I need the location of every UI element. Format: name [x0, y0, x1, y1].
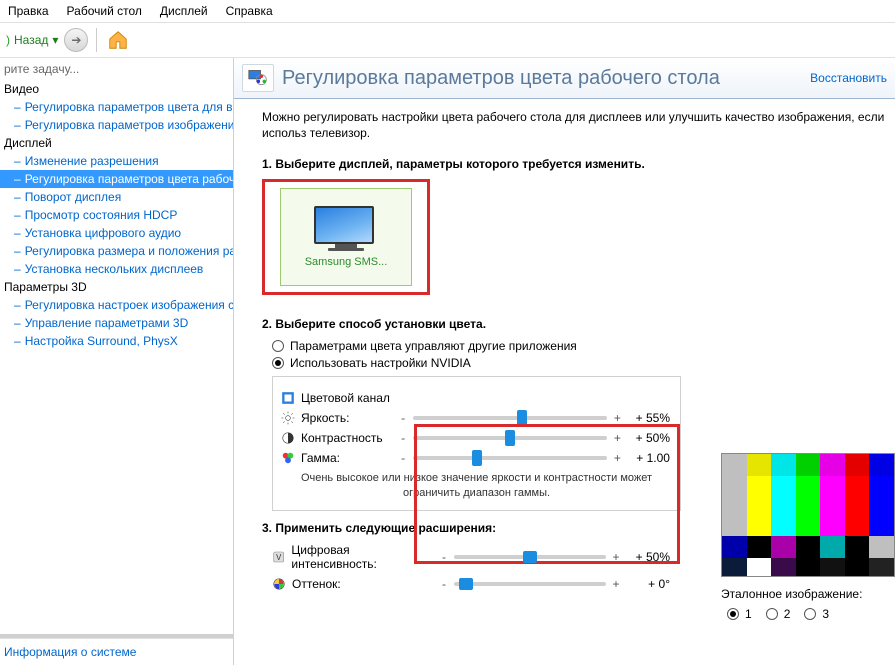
sidebar-system-info[interactable]: Информация о системе [0, 638, 233, 665]
content: Регулировка параметров цвета рабочего ст… [234, 58, 895, 665]
contrast-label: Контрастность [301, 431, 383, 445]
chevron-down-icon: ▾ [52, 33, 58, 47]
minus-icon: - [399, 411, 407, 425]
tree-item-3d-manage[interactable]: –Управление параметрами 3D [0, 314, 233, 332]
menu-desktop[interactable]: Рабочий стол [67, 4, 142, 18]
step2-label: 2. Выберите способ установки цвета. [262, 317, 887, 331]
tree-item-surround-physx[interactable]: –Настройка Surround, PhysX [0, 332, 233, 350]
page-title-bar: Регулировка параметров цвета рабочего ст… [234, 58, 895, 99]
toolbar-separator [96, 28, 97, 52]
tree-item-video-image[interactable]: –Регулировка параметров изображения д [0, 116, 233, 134]
color-bars-preview [721, 453, 895, 577]
tree-item-resolution[interactable]: –Изменение разрешения [0, 152, 233, 170]
svg-text:V: V [276, 553, 282, 562]
plus-icon: + [612, 577, 620, 591]
gamma-label: Гамма: [301, 451, 340, 465]
radio-icon [727, 608, 739, 620]
page-title: Регулировка параметров цвета рабочего ст… [282, 67, 720, 90]
gamma-icon [281, 451, 295, 465]
radio-nvidia[interactable]: Использовать настройки NVIDIA [272, 356, 887, 370]
tree-item-desktop-color[interactable]: –Регулировка параметров цвета рабочег [0, 170, 233, 188]
radio-icon [272, 357, 284, 369]
preview-pane: Эталонное изображение: 1 2 3 [721, 453, 895, 621]
restore-defaults-link[interactable]: Восстановить [810, 71, 887, 85]
display-selection-highlight: Samsung SMS... [262, 179, 430, 295]
monitor-icon [314, 206, 378, 252]
channel-icon [281, 391, 295, 405]
intensity-icon: V [272, 550, 285, 564]
tree-item-video-color[interactable]: –Регулировка параметров цвета для вид [0, 98, 233, 116]
radio-icon [804, 608, 816, 620]
radio-icon [272, 340, 284, 352]
tree-item-rotate[interactable]: –Поворот дисплея [0, 188, 233, 206]
tree-group-display: Дисплей [0, 134, 233, 152]
tree-item-multiple-displays[interactable]: –Установка нескольких дисплеев [0, 260, 233, 278]
brightness-icon [281, 411, 295, 425]
reference-image-label: Эталонное изображение: [721, 587, 895, 601]
ref-radio-3[interactable]: 3 [804, 607, 829, 621]
menu-help[interactable]: Справка [226, 4, 273, 18]
tree-item-hdcp[interactable]: –Просмотр состояния HDCP [0, 206, 233, 224]
display-tile-name: Samsung SMS... [305, 256, 388, 268]
hue-value: + 0° [628, 577, 672, 591]
nav-tree: Видео –Регулировка параметров цвета для … [0, 78, 233, 634]
step1-label: 1. Выберите дисплей, параметры которого … [262, 157, 887, 171]
ref-radio-1[interactable]: 1 [727, 607, 752, 621]
toolbar: ) Назад ▾ ➔ [0, 23, 895, 58]
menu-edit[interactable]: Правка [8, 4, 49, 18]
task-select-label[interactable]: рите задачу... [0, 58, 233, 78]
minus-icon: - [399, 431, 407, 445]
menubar: Правка Рабочий стол Дисплей Справка [0, 0, 895, 23]
tree-item-3d-image-settings[interactable]: –Регулировка настроек изображения с пр [0, 296, 233, 314]
radio-icon [766, 608, 778, 620]
tree-item-size-position[interactable]: –Регулировка размера и положения рабо [0, 242, 233, 260]
tree-group-3d: Параметры 3D [0, 278, 233, 296]
minus-icon: - [440, 577, 448, 591]
back-button[interactable]: ) Назад ▾ [6, 33, 58, 47]
home-icon [107, 29, 129, 51]
display-tile-samsung[interactable]: Samsung SMS... [280, 188, 412, 286]
radio-other-apps[interactable]: Параметрами цвета управляют другие прило… [272, 339, 887, 353]
page-description: Можно регулировать настройки цвета рабоч… [262, 109, 887, 141]
brightness-label: Яркость: [301, 411, 349, 425]
page-title-icon [242, 64, 274, 92]
sliders-highlight [414, 424, 680, 564]
contrast-icon [281, 431, 295, 445]
tree-item-digital-audio[interactable]: –Установка цифрового аудио [0, 224, 233, 242]
arrow-right-icon: ➔ [71, 33, 81, 47]
home-button[interactable] [105, 27, 131, 53]
forward-button[interactable]: ➔ [64, 28, 88, 52]
hue-icon [272, 577, 286, 591]
tree-group-video: Видео [0, 80, 233, 98]
hue-label: Оттенок: [292, 577, 341, 591]
minus-icon: - [399, 451, 407, 465]
menu-display[interactable]: Дисплей [160, 4, 208, 18]
hue-slider[interactable]: - + [440, 577, 620, 591]
sidebar: рите задачу... Видео –Регулировка параме… [0, 58, 234, 665]
channel-label: Цветовой канал [301, 391, 390, 405]
reference-image-radios: 1 2 3 [727, 607, 895, 621]
intensity-label: Цифровая интенсивность: [291, 543, 432, 571]
ref-radio-2[interactable]: 2 [766, 607, 791, 621]
